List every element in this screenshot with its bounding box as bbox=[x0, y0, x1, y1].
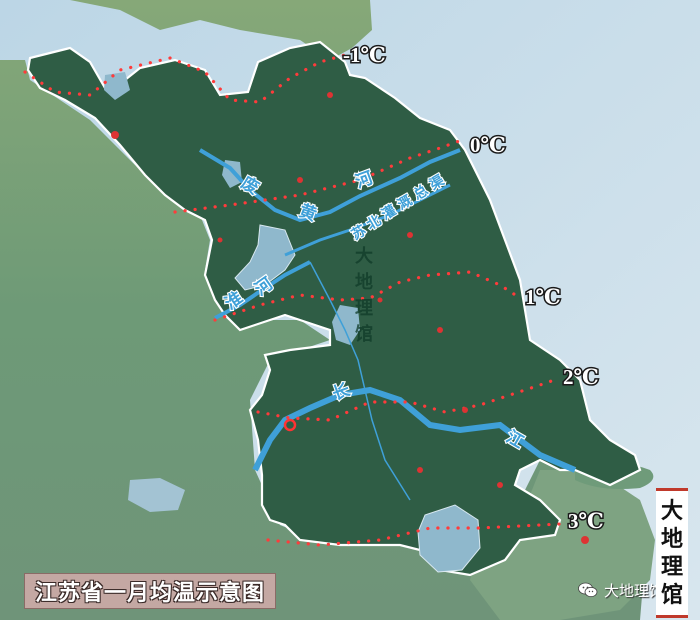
watermark-char-3: 理 bbox=[355, 298, 373, 319]
map-title: 江苏省一月均温示意图 bbox=[35, 580, 266, 606]
brand-char-1: 大 bbox=[660, 498, 683, 524]
map-canvas: -1℃ 0℃ 1℃ 2℃ 3℃ 废 黄 河 苏 北 灌 溉 总 渠 淮 河 长 … bbox=[0, 0, 700, 620]
brand-char-4: 馆 bbox=[660, 582, 683, 608]
isotherm-label-2: 2℃ bbox=[563, 365, 599, 389]
wechat-icon bbox=[578, 582, 598, 598]
isotherm-label-1: 1℃ bbox=[525, 285, 561, 309]
isotherm-label-3: 3℃ bbox=[568, 509, 604, 533]
brand-char-2: 地 bbox=[660, 526, 683, 552]
watermark-char-2: 地 bbox=[355, 271, 373, 293]
watermark-char-4: 馆 bbox=[355, 323, 373, 345]
brand-char-3: 理 bbox=[660, 554, 683, 580]
wechat-label: 大地理馆 bbox=[604, 581, 665, 600]
map-svg: -1℃ 0℃ 1℃ 2℃ 3℃ 废 黄 河 苏 北 灌 溉 总 渠 淮 河 长 … bbox=[0, 0, 700, 620]
isotherm-label-0: 0℃ bbox=[470, 133, 506, 157]
map-title-box: 江苏省一月均温示意图 bbox=[24, 573, 277, 609]
watermark-char-1: 大 bbox=[355, 245, 373, 267]
isotherm-label-minus1: -1℃ bbox=[343, 43, 386, 67]
brand-vertical: 大 地 理 馆 bbox=[656, 488, 688, 618]
